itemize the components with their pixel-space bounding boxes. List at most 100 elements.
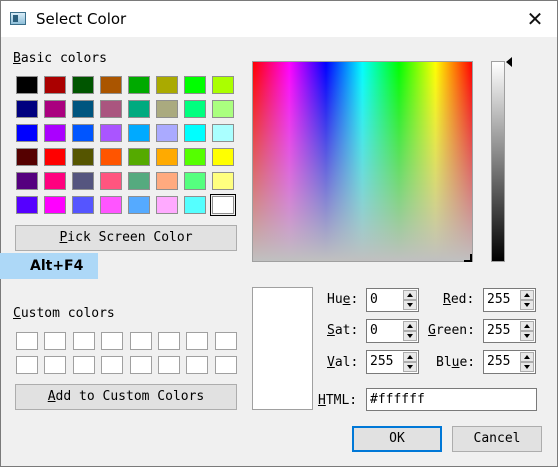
custom-color-swatch[interactable]: [129, 332, 152, 350]
red-spinbox[interactable]: 255: [483, 288, 536, 312]
green-spinbox[interactable]: 255: [483, 319, 536, 343]
custom-color-swatch[interactable]: [72, 356, 95, 374]
color-spectrum-picker[interactable]: [252, 61, 473, 262]
basic-colors-grid: [16, 76, 238, 216]
basic-color-swatch[interactable]: [212, 76, 234, 94]
basic-color-swatch[interactable]: [44, 124, 66, 142]
basic-color-swatch[interactable]: [156, 76, 178, 94]
basic-color-swatch[interactable]: [16, 196, 38, 214]
color-preview: [252, 287, 313, 410]
val-spinbox[interactable]: 255: [366, 350, 419, 374]
basic-color-swatch[interactable]: [100, 148, 122, 166]
luminance-arrow-icon[interactable]: [506, 57, 512, 67]
basic-color-swatch[interactable]: [16, 172, 38, 190]
basic-color-swatch[interactable]: [184, 172, 206, 190]
basic-color-swatch[interactable]: [156, 196, 178, 214]
custom-color-swatch[interactable]: [214, 332, 237, 350]
basic-color-swatch[interactable]: [44, 172, 66, 190]
basic-color-swatch[interactable]: [210, 194, 236, 216]
custom-color-swatch[interactable]: [16, 332, 38, 350]
green-up-arrow-icon[interactable]: [520, 321, 534, 331]
basic-color-swatch[interactable]: [72, 172, 94, 190]
green-down-arrow-icon[interactable]: [520, 331, 534, 341]
basic-color-swatch[interactable]: [44, 148, 66, 166]
basic-color-swatch[interactable]: [128, 148, 150, 166]
ok-button[interactable]: OK: [352, 426, 442, 452]
hue-down-arrow-icon[interactable]: [403, 300, 417, 310]
blue-down-arrow-icon[interactable]: [520, 362, 534, 372]
val-down-arrow-icon[interactable]: [403, 362, 417, 372]
title-bar[interactable]: Select Color ✕: [1, 1, 557, 37]
custom-color-swatch[interactable]: [44, 332, 67, 350]
basic-color-swatch[interactable]: [100, 124, 122, 142]
hue-up-arrow-icon[interactable]: [403, 290, 417, 300]
hue-label: Hue:: [327, 292, 359, 307]
sat-up-arrow-icon[interactable]: [403, 321, 417, 331]
blue-up-arrow-icon[interactable]: [520, 352, 534, 362]
basic-color-swatch[interactable]: [212, 100, 234, 118]
basic-color-swatch[interactable]: [184, 148, 206, 166]
basic-color-swatch[interactable]: [212, 148, 234, 166]
val-label: Val:: [327, 355, 359, 370]
basic-color-swatch[interactable]: [212, 124, 234, 142]
basic-color-swatch[interactable]: [72, 124, 94, 142]
val-up-arrow-icon[interactable]: [403, 352, 417, 362]
custom-color-swatch[interactable]: [214, 356, 237, 374]
custom-color-swatch[interactable]: [186, 332, 209, 350]
hue-spinbox[interactable]: 0: [366, 288, 419, 312]
basic-color-swatch[interactable]: [128, 100, 150, 118]
basic-color-swatch[interactable]: [44, 196, 66, 214]
basic-color-swatch[interactable]: [156, 100, 178, 118]
sat-spinbox[interactable]: 0: [366, 319, 419, 343]
basic-color-swatch[interactable]: [128, 172, 150, 190]
pick-screen-color-button[interactable]: Pick Screen Color: [15, 225, 237, 251]
html-label: HTML:: [318, 393, 358, 408]
basic-color-swatch[interactable]: [44, 100, 66, 118]
basic-color-swatch[interactable]: [100, 172, 122, 190]
luminance-slider[interactable]: [491, 61, 505, 262]
basic-color-swatch[interactable]: [156, 148, 178, 166]
basic-color-swatch[interactable]: [156, 172, 178, 190]
add-to-custom-colors-button[interactable]: Add to Custom Colors: [15, 384, 237, 410]
close-icon[interactable]: ✕: [523, 7, 547, 31]
cancel-button[interactable]: Cancel: [452, 426, 542, 452]
red-down-arrow-icon[interactable]: [520, 300, 534, 310]
basic-color-swatch[interactable]: [72, 196, 94, 214]
blue-spinbox[interactable]: 255: [483, 350, 536, 374]
custom-color-swatch[interactable]: [72, 332, 95, 350]
html-color-input[interactable]: #ffffff: [366, 388, 537, 411]
basic-color-swatch[interactable]: [128, 76, 150, 94]
custom-color-swatch[interactable]: [44, 356, 67, 374]
basic-color-swatch[interactable]: [184, 124, 206, 142]
custom-color-swatch[interactable]: [158, 356, 180, 374]
custom-color-swatch[interactable]: [101, 356, 124, 374]
red-up-arrow-icon[interactable]: [520, 290, 534, 300]
basic-color-swatch[interactable]: [128, 196, 150, 214]
basic-color-swatch[interactable]: [100, 196, 122, 214]
custom-color-swatch[interactable]: [158, 332, 180, 350]
basic-color-swatch[interactable]: [16, 100, 38, 118]
custom-color-swatch[interactable]: [101, 332, 124, 350]
basic-color-swatch[interactable]: [16, 76, 38, 94]
basic-color-swatch[interactable]: [212, 172, 234, 190]
spectrum-crosshair[interactable]: [464, 254, 472, 262]
basic-color-swatch[interactable]: [72, 76, 94, 94]
basic-color-swatch[interactable]: [100, 100, 122, 118]
basic-color-swatch[interactable]: [156, 124, 178, 142]
basic-color-swatch[interactable]: [184, 76, 206, 94]
basic-color-swatch[interactable]: [100, 76, 122, 94]
sat-down-arrow-icon[interactable]: [403, 331, 417, 341]
basic-color-swatch[interactable]: [72, 100, 94, 118]
basic-color-swatch[interactable]: [16, 124, 38, 142]
basic-color-swatch[interactable]: [16, 148, 38, 166]
sat-label: Sat:: [327, 323, 359, 338]
basic-color-swatch[interactable]: [128, 124, 150, 142]
basic-color-swatch[interactable]: [184, 196, 206, 214]
basic-color-swatch[interactable]: [44, 76, 66, 94]
basic-color-swatch[interactable]: [184, 100, 206, 118]
custom-color-swatch[interactable]: [16, 356, 38, 374]
custom-color-swatch[interactable]: [129, 356, 152, 374]
custom-color-swatch[interactable]: [186, 356, 209, 374]
basic-color-swatch[interactable]: [72, 148, 94, 166]
blue-label: Blue:: [436, 355, 476, 370]
